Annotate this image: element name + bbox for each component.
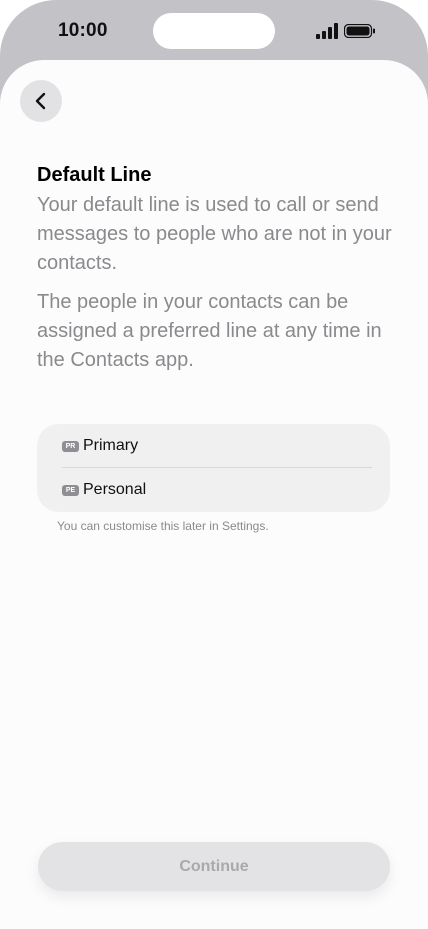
setup-sheet: Default Line Your default line is used t… <box>0 60 428 929</box>
description-default-line: Your default line is used to call or sen… <box>37 194 392 274</box>
page-title: Default Line <box>37 164 152 186</box>
option-personal[interactable]: PE Personal <box>37 468 390 512</box>
battery-icon <box>344 24 375 38</box>
status-time: 10:00 <box>58 20 108 41</box>
description-contacts: The people in your contacts can be assig… <box>37 291 382 371</box>
line-badge-primary: PR <box>62 440 79 452</box>
dynamic-island <box>153 13 275 49</box>
phone-frame: 10:00 Default Line Your default line is … <box>0 0 428 929</box>
status-bar: 10:00 <box>0 0 428 60</box>
footnote: You can customise this later in Settings… <box>57 519 269 533</box>
option-label-primary: Primary <box>83 437 139 454</box>
option-label-personal: Personal <box>83 481 147 498</box>
option-primary[interactable]: PR Primary <box>37 424 390 468</box>
cellular-signal-icon <box>316 23 338 39</box>
line-badge-personal: PE <box>62 484 79 496</box>
chevron-left-icon <box>35 92 46 110</box>
continue-button[interactable]: Continue <box>38 842 390 891</box>
back-button[interactable] <box>20 80 62 122</box>
line-options-list: PR Primary PE Personal <box>37 424 390 512</box>
